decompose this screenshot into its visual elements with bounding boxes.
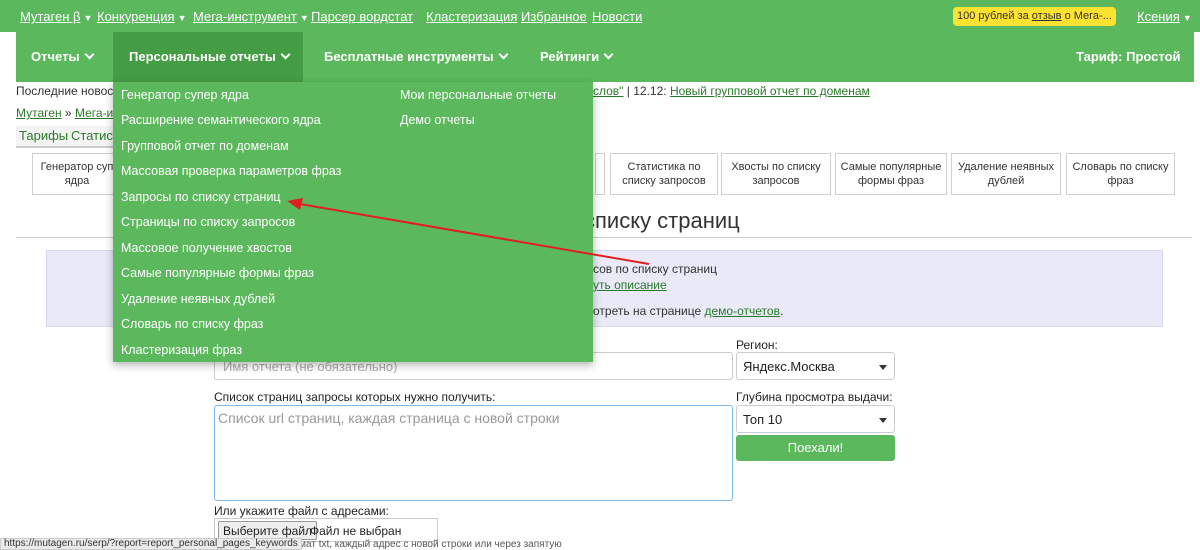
chevron-down-icon	[84, 49, 95, 60]
topbar-link-wordstat-parser[interactable]: Парсер вордстат	[311, 9, 413, 24]
chevron-down-icon	[498, 49, 509, 60]
info-line-2: уть описание	[593, 278, 667, 292]
depth-select[interactable]: Топ 10	[736, 405, 895, 433]
news-link-2[interactable]: Новый групповой отчет по доменам	[670, 84, 870, 98]
topbar-link-competition[interactable]: Конкуренция ▼	[97, 9, 186, 24]
caret-down-icon	[879, 365, 887, 370]
menu-item-mass-phrase-check[interactable]: Массовая проверка параметров фраз	[121, 164, 341, 178]
topbar-link-mega-tool[interactable]: Мега-инструмент ▼	[193, 9, 309, 24]
info-line-3: отреть на странице демо-отчетов.	[593, 304, 784, 318]
show-description-link[interactable]: уть описание	[593, 278, 667, 292]
promo-badge[interactable]: 100 рублей за отзыв о Мега-...	[953, 7, 1116, 26]
menu-item-mass-tails[interactable]: Массовое получение хвостов	[121, 241, 292, 255]
news-line: Последние новост	[16, 84, 119, 98]
chevron-down-icon	[603, 49, 614, 60]
menu-item-implicit-duplicates[interactable]: Удаление неявных дублей	[121, 292, 275, 306]
demo-reports-link[interactable]: демо-отчетов	[705, 304, 780, 318]
personal-reports-dropdown: Генератор супер ядра Расширение семантич…	[113, 82, 593, 362]
nav-ratings[interactable]: Рейтинги	[524, 32, 628, 82]
menu-item-pages-by-queries[interactable]: Страницы по списку запросов	[121, 215, 295, 229]
menu-item-queries-by-pages[interactable]: Запросы по списку страниц	[121, 190, 281, 204]
tariff-label[interactable]: Тариф: Простой	[1076, 32, 1181, 82]
top-bar: Мутаген β ▼ Конкуренция ▼ Мега-инструмент ▼…	[0, 0, 1200, 32]
page-title: списку страниц	[584, 208, 740, 233]
nav-free-tools[interactable]: Бесплатные инструменты	[308, 32, 523, 82]
menu-item-super-core-generator[interactable]: Генератор супер ядра	[121, 88, 249, 102]
chevron-down-icon: ▼	[83, 13, 93, 23]
page-edge	[1194, 32, 1200, 82]
main-nav: Отчеты Персональные отчеты Бесплатные ин…	[16, 32, 1194, 82]
news-line-tail: слов" | 12.12: Новый групповой отчет по …	[593, 84, 870, 98]
chevron-down-icon: ▼	[1182, 13, 1192, 23]
menu-item-group-domain-report[interactable]: Групповой отчет по доменам	[121, 139, 289, 153]
info-line-1: сов по списку страниц	[593, 262, 717, 276]
file-status: Файл не выбран	[310, 524, 402, 538]
nav-personal-reports[interactable]: Персональные отчеты	[113, 32, 303, 82]
file-hint: ормат txt, каждый адрес с новой строки и…	[288, 539, 562, 550]
user-menu[interactable]: Ксения ▼	[1137, 9, 1192, 24]
depth-label: Глубина просмотра выдачи:	[736, 390, 893, 404]
nav-reports[interactable]: Отчеты	[16, 32, 108, 82]
chevron-down-icon	[280, 49, 291, 60]
browser-status-bar: https://mutagen.ru/serp/?report=report_p…	[0, 538, 302, 550]
tool-stats-by-queries[interactable]: Статистика по списку запросов	[610, 153, 718, 195]
menu-item-demo-reports[interactable]: Демо отчеты	[400, 113, 475, 127]
breadcrumb-root[interactable]: Мутаген	[16, 106, 62, 120]
tool-tails-by-queries[interactable]: Хвосты по списку запросов	[721, 153, 831, 195]
menu-item-my-reports[interactable]: Мои персональные отчеты	[400, 88, 556, 102]
chevron-down-icon: ▼	[299, 13, 309, 23]
region-label: Регион:	[736, 338, 778, 352]
tool-dictionary[interactable]: Словарь по списку фраз	[1066, 153, 1175, 195]
menu-item-phrase-dictionary[interactable]: Словарь по списку фраз	[121, 317, 263, 331]
tool-popular-forms[interactable]: Самые популярные формы фраз	[835, 153, 947, 195]
file-label: Или укажите файл с адресами:	[214, 504, 389, 518]
chevron-down-icon: ▼	[177, 13, 187, 23]
urls-textarea[interactable]: Список url страниц, каждая страница с но…	[214, 405, 733, 501]
tool-super-core-generator[interactable]: Генератор суп ядра	[32, 153, 122, 195]
tool-implicit-duplicates[interactable]: Удаление неявных дублей	[951, 153, 1061, 195]
region-select[interactable]: Яндекс.Москва	[736, 352, 895, 380]
submit-button[interactable]: Поехали!	[736, 435, 895, 461]
topbar-link-favorites[interactable]: Избранное	[521, 9, 587, 24]
topbar-link-mutagen[interactable]: Мутаген β ▼	[20, 9, 92, 24]
breadcrumb: Мутаген » Мега-ин	[16, 106, 120, 120]
topbar-link-clustering[interactable]: Кластеризация	[426, 9, 517, 24]
tool-hidden-edge[interactable]	[595, 153, 605, 195]
menu-item-popular-forms[interactable]: Самые популярные формы фраз	[121, 266, 314, 280]
menu-item-phrase-clustering[interactable]: Кластеризация фраз	[121, 343, 242, 357]
news-link-1[interactable]: слов"	[593, 84, 623, 98]
menu-item-semantic-core-expansion[interactable]: Расширение семантического ядра	[121, 113, 321, 127]
urls-label: Список страниц запросы которых нужно пол…	[214, 390, 496, 404]
caret-down-icon	[879, 418, 887, 423]
topbar-link-news[interactable]: Новости	[592, 9, 642, 24]
tab-tariffs[interactable]: Тарифы	[16, 126, 72, 148]
